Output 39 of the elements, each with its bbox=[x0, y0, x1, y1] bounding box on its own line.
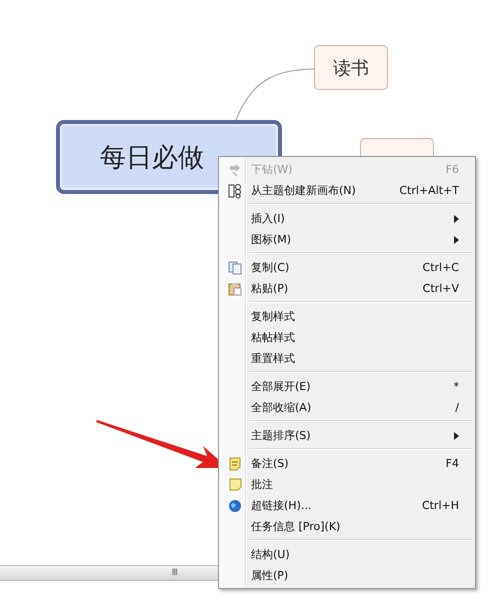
submenu-arrow-icon bbox=[454, 214, 459, 222]
menu-item[interactable]: 图标(M) bbox=[219, 229, 475, 250]
subtopic[interactable] bbox=[360, 138, 434, 158]
menu-item[interactable]: 结构(U) bbox=[219, 544, 475, 565]
horizontal-scrollbar[interactable]: Ⅲ bbox=[0, 565, 218, 581]
menu-item[interactable]: 任务信息 [Pro](K) bbox=[219, 516, 475, 537]
menu-item[interactable]: 粘贴(P) Ctrl+V bbox=[219, 278, 475, 299]
menu-item[interactable]: 全部展开(E) * bbox=[219, 376, 475, 397]
note-icon bbox=[229, 456, 241, 470]
shortcut-label: Ctrl+V bbox=[422, 282, 459, 295]
menu-item[interactable]: 全部收缩(A) / bbox=[219, 397, 475, 418]
shortcut-label: Ctrl+H bbox=[422, 499, 459, 512]
shortcut-label: F4 bbox=[446, 457, 459, 470]
submenu-arrow-icon bbox=[454, 432, 459, 440]
menu-item[interactable]: 重置样式 bbox=[219, 348, 475, 369]
shortcut-label: Ctrl+Alt+T bbox=[399, 184, 459, 197]
submenu-arrow-icon bbox=[454, 236, 459, 244]
shortcut-label: F6 bbox=[446, 163, 459, 176]
sticky-note-icon bbox=[228, 478, 242, 491]
canvas-icon bbox=[228, 182, 242, 198]
shortcut-label: Ctrl+C bbox=[422, 261, 459, 274]
menu-item[interactable]: 超链接(H)... Ctrl+H bbox=[219, 495, 475, 516]
copy-icon bbox=[228, 260, 242, 274]
menu-item[interactable]: 复制样式 bbox=[219, 306, 475, 327]
menu-item[interactable]: 批注 bbox=[219, 474, 475, 495]
central-topic-label: 每日必做 bbox=[100, 142, 204, 174]
menu-item[interactable]: 主题排序(S) bbox=[219, 425, 475, 446]
menu-item[interactable]: 属性(P) bbox=[219, 565, 475, 586]
paste-icon bbox=[228, 282, 242, 296]
scrollbar-grip[interactable]: Ⅲ bbox=[172, 568, 178, 578]
shortcut-label: / bbox=[455, 401, 459, 414]
menu-item[interactable]: 复制(C) Ctrl+C bbox=[219, 257, 475, 278]
shortcut-label: * bbox=[454, 380, 459, 393]
menu-item[interactable]: 插入(I) bbox=[219, 208, 475, 229]
subtopic[interactable]: 读书 bbox=[314, 45, 388, 90]
menu-item[interactable]: 粘帖样式 bbox=[219, 327, 475, 348]
drill-down-icon bbox=[228, 162, 242, 176]
globe-icon bbox=[228, 498, 242, 512]
menu-item[interactable]: 备注(S) F4 bbox=[219, 453, 475, 474]
